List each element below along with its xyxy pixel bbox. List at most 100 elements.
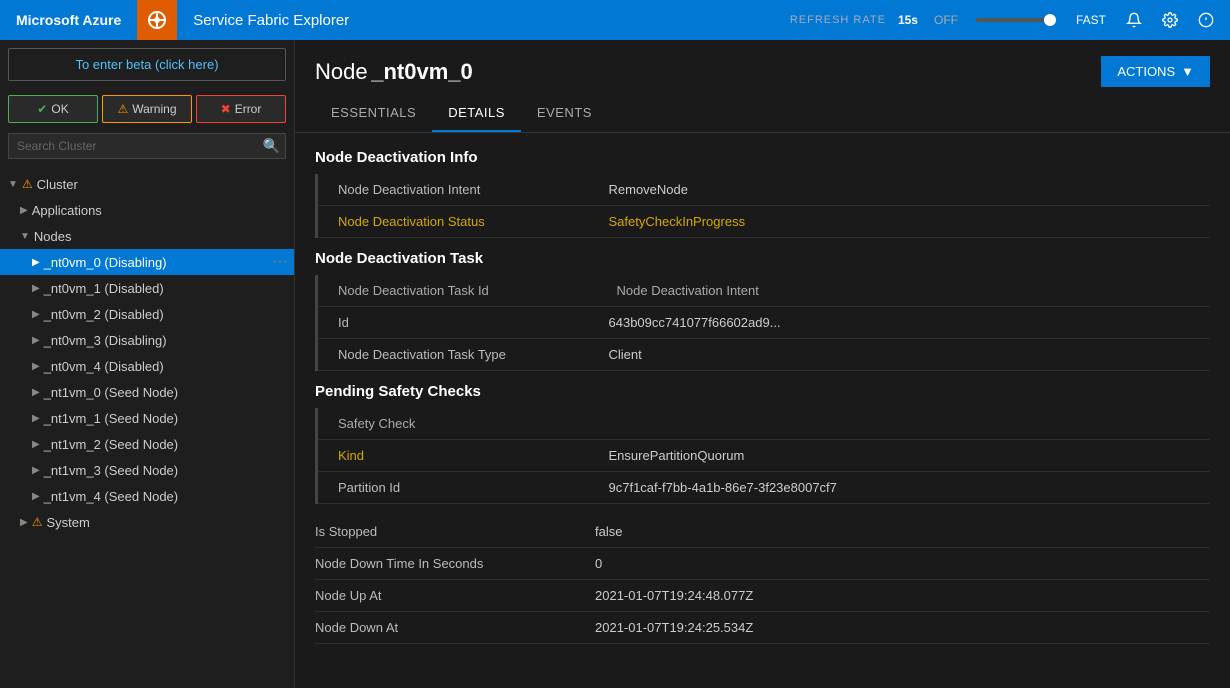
status-warning-button[interactable]: ⚠ Warning [102, 95, 192, 123]
deactivation-intent-value: RemoveNode [597, 174, 1211, 206]
deactivation-status-value: SafetyCheckInProgress [597, 206, 1211, 238]
service-fabric-logo [137, 0, 177, 40]
settings-icon[interactable] [1156, 6, 1184, 34]
tree-view: ▼ ⚠ Cluster ▶ Applications ▼ Nodes ▶ _nt… [0, 167, 294, 688]
is-stopped-row: Is Stopped false [315, 516, 1210, 548]
chevron-right-icon: ▶ [32, 439, 40, 450]
actions-label: ACTIONS [1117, 64, 1175, 79]
sidebar-item-nt1vm1[interactable]: ▶ _nt1vm_1 (Seed Node) [0, 405, 294, 431]
safety-check-header: Safety Check [317, 408, 1211, 440]
sidebar-item-cluster[interactable]: ▼ ⚠ Cluster [0, 171, 294, 197]
refresh-controls: REFRESH RATE 15s OFF FAST [790, 6, 1230, 34]
notification-icon[interactable] [1120, 6, 1148, 34]
warning-label: Warning [132, 102, 176, 116]
nt1vm4-label: _nt1vm_4 (Seed Node) [44, 489, 294, 504]
tab-bar: ESSENTIALS DETAILS EVENTS [295, 95, 1230, 133]
sidebar-item-system[interactable]: ▶ ⚠ System [0, 509, 294, 535]
node-up-at-value: 2021-01-07T19:24:48.077Z [595, 588, 753, 603]
chevron-right-icon: ▶ [20, 205, 28, 216]
sidebar-item-nt0vm3[interactable]: ▶ _nt0vm_3 (Disabling) [0, 327, 294, 353]
content-area: Node _nt0vm_0 ACTIONS ▼ ESSENTIALS DETAI… [295, 40, 1230, 688]
node-down-time-row: Node Down Time In Seconds 0 [315, 548, 1210, 580]
node-up-at-label: Node Up At [315, 588, 595, 603]
chevron-right-icon: ▶ [20, 517, 28, 528]
nt0vm4-label: _nt0vm_4 (Disabled) [44, 359, 294, 374]
nt1vm1-label: _nt1vm_1 (Seed Node) [44, 411, 294, 426]
sidebar-item-nodes[interactable]: ▼ Nodes [0, 223, 294, 249]
sidebar-item-nt0vm0[interactable]: ▶ _nt0vm_0 (Disabling) ··· [0, 249, 294, 275]
search-box: 🔍 [8, 133, 286, 159]
top-navigation: Microsoft Azure Service Fabric Explorer … [0, 0, 1230, 40]
node-down-at-row: Node Down At 2021-01-07T19:24:25.534Z [315, 612, 1210, 644]
tab-details[interactable]: DETAILS [432, 95, 521, 132]
task-type-label: Node Deactivation Task Type [317, 339, 597, 371]
status-error-button[interactable]: ✖ Error [196, 95, 286, 123]
table-row: Node Deactivation Status SafetyCheckInPr… [317, 206, 1211, 238]
main-layout: To enter beta (click here) ✔ OK ⚠ Warnin… [0, 40, 1230, 688]
table-row: Id 643b09cc741077f66602ad9... [317, 307, 1211, 339]
node-deactivation-info-table: Node Deactivation Intent RemoveNode Node… [315, 174, 1210, 238]
table-row: Node Deactivation Intent RemoveNode [317, 174, 1211, 206]
sidebar-item-nt0vm4[interactable]: ▶ _nt0vm_4 (Disabled) [0, 353, 294, 379]
more-options-icon[interactable]: ··· [266, 253, 294, 271]
nt0vm3-label: _nt0vm_3 (Disabling) [44, 333, 294, 348]
chevron-right-icon: ▶ [32, 283, 40, 294]
status-ok-button[interactable]: ✔ OK [8, 95, 98, 123]
table-row: Node Deactivation Task Type Client [317, 339, 1211, 371]
chevron-down-icon: ▼ [8, 179, 18, 190]
chevron-right-icon: ▶ [32, 491, 40, 502]
tab-essentials[interactable]: ESSENTIALS [315, 95, 432, 132]
refresh-slider[interactable] [976, 18, 1056, 22]
nt0vm2-label: _nt0vm_2 (Disabled) [44, 307, 294, 322]
info-icon[interactable] [1192, 6, 1220, 34]
chevron-right-icon: ▶ [32, 361, 40, 372]
refresh-rate-value: 15s [898, 13, 918, 27]
node-deactivation-task-table: Node Deactivation Task Id Node Deactivat… [315, 275, 1210, 371]
azure-label: Microsoft Azure [16, 12, 121, 28]
node-name-label: _nt0vm_0 [371, 59, 473, 84]
is-stopped-value: false [595, 524, 622, 539]
page-title: Node _nt0vm_0 [315, 59, 473, 85]
actions-button[interactable]: ACTIONS ▼ [1101, 56, 1210, 87]
search-icon: 🔍 [263, 138, 280, 155]
cluster-label: Cluster [37, 177, 294, 192]
ok-label: OK [51, 102, 68, 116]
cluster-warning-icon: ⚠ [22, 177, 33, 191]
nodes-label: Nodes [34, 229, 294, 244]
table-header-row: Node Deactivation Task Id Node Deactivat… [317, 275, 1211, 307]
tab-events[interactable]: EVENTS [521, 95, 608, 132]
nt0vm0-label: _nt0vm_0 (Disabling) [44, 255, 266, 270]
chevron-right-icon: ▶ [32, 465, 40, 476]
sidebar-item-nt0vm2[interactable]: ▶ _nt0vm_2 (Disabled) [0, 301, 294, 327]
chevron-right-icon: ▶ [32, 309, 40, 320]
refresh-label: REFRESH RATE [790, 14, 886, 26]
beta-banner[interactable]: To enter beta (click here) [8, 48, 286, 81]
azure-logo-area[interactable]: Microsoft Azure [0, 0, 137, 40]
content-header: Node _nt0vm_0 ACTIONS ▼ [295, 40, 1230, 87]
sidebar-item-nt1vm4[interactable]: ▶ _nt1vm_4 (Seed Node) [0, 483, 294, 509]
deactivation-intent-label: Node Deactivation Intent [317, 174, 597, 206]
nt1vm3-label: _nt1vm_3 (Seed Node) [44, 463, 294, 478]
pending-safety-checks-table: Safety Check Kind EnsurePartitionQuorum … [315, 408, 1210, 504]
warning-icon: ⚠ [117, 102, 128, 116]
refresh-off-label: OFF [934, 13, 958, 27]
sidebar-item-nt1vm2[interactable]: ▶ _nt1vm_2 (Seed Node) [0, 431, 294, 457]
nt1vm0-label: _nt1vm_0 (Seed Node) [44, 385, 294, 400]
sidebar-item-nt0vm1[interactable]: ▶ _nt0vm_1 (Disabled) [0, 275, 294, 301]
sidebar-item-nt1vm0[interactable]: ▶ _nt1vm_0 (Seed Node) [0, 379, 294, 405]
status-buttons: ✔ OK ⚠ Warning ✖ Error [0, 89, 294, 129]
chevron-down-icon: ▼ [20, 231, 30, 242]
search-input[interactable] [8, 133, 286, 159]
kind-label: Kind [317, 440, 597, 472]
partition-id-value: 9c7f1caf-f7bb-4a1b-86e7-3f23e8007cf7 [597, 472, 1211, 504]
node-deactivation-task-title: Node Deactivation Task [315, 250, 1210, 267]
sidebar-item-nt1vm3[interactable]: ▶ _nt1vm_3 (Seed Node) [0, 457, 294, 483]
task-type-value: Client [597, 339, 1211, 371]
is-stopped-label: Is Stopped [315, 524, 595, 539]
node-prefix-label: Node [315, 59, 368, 84]
system-warning-icon: ⚠ [32, 515, 43, 529]
partition-id-label: Partition Id [317, 472, 597, 504]
app-title: Service Fabric Explorer [177, 12, 365, 29]
sidebar: To enter beta (click here) ✔ OK ⚠ Warnin… [0, 40, 295, 688]
sidebar-item-applications[interactable]: ▶ Applications [0, 197, 294, 223]
